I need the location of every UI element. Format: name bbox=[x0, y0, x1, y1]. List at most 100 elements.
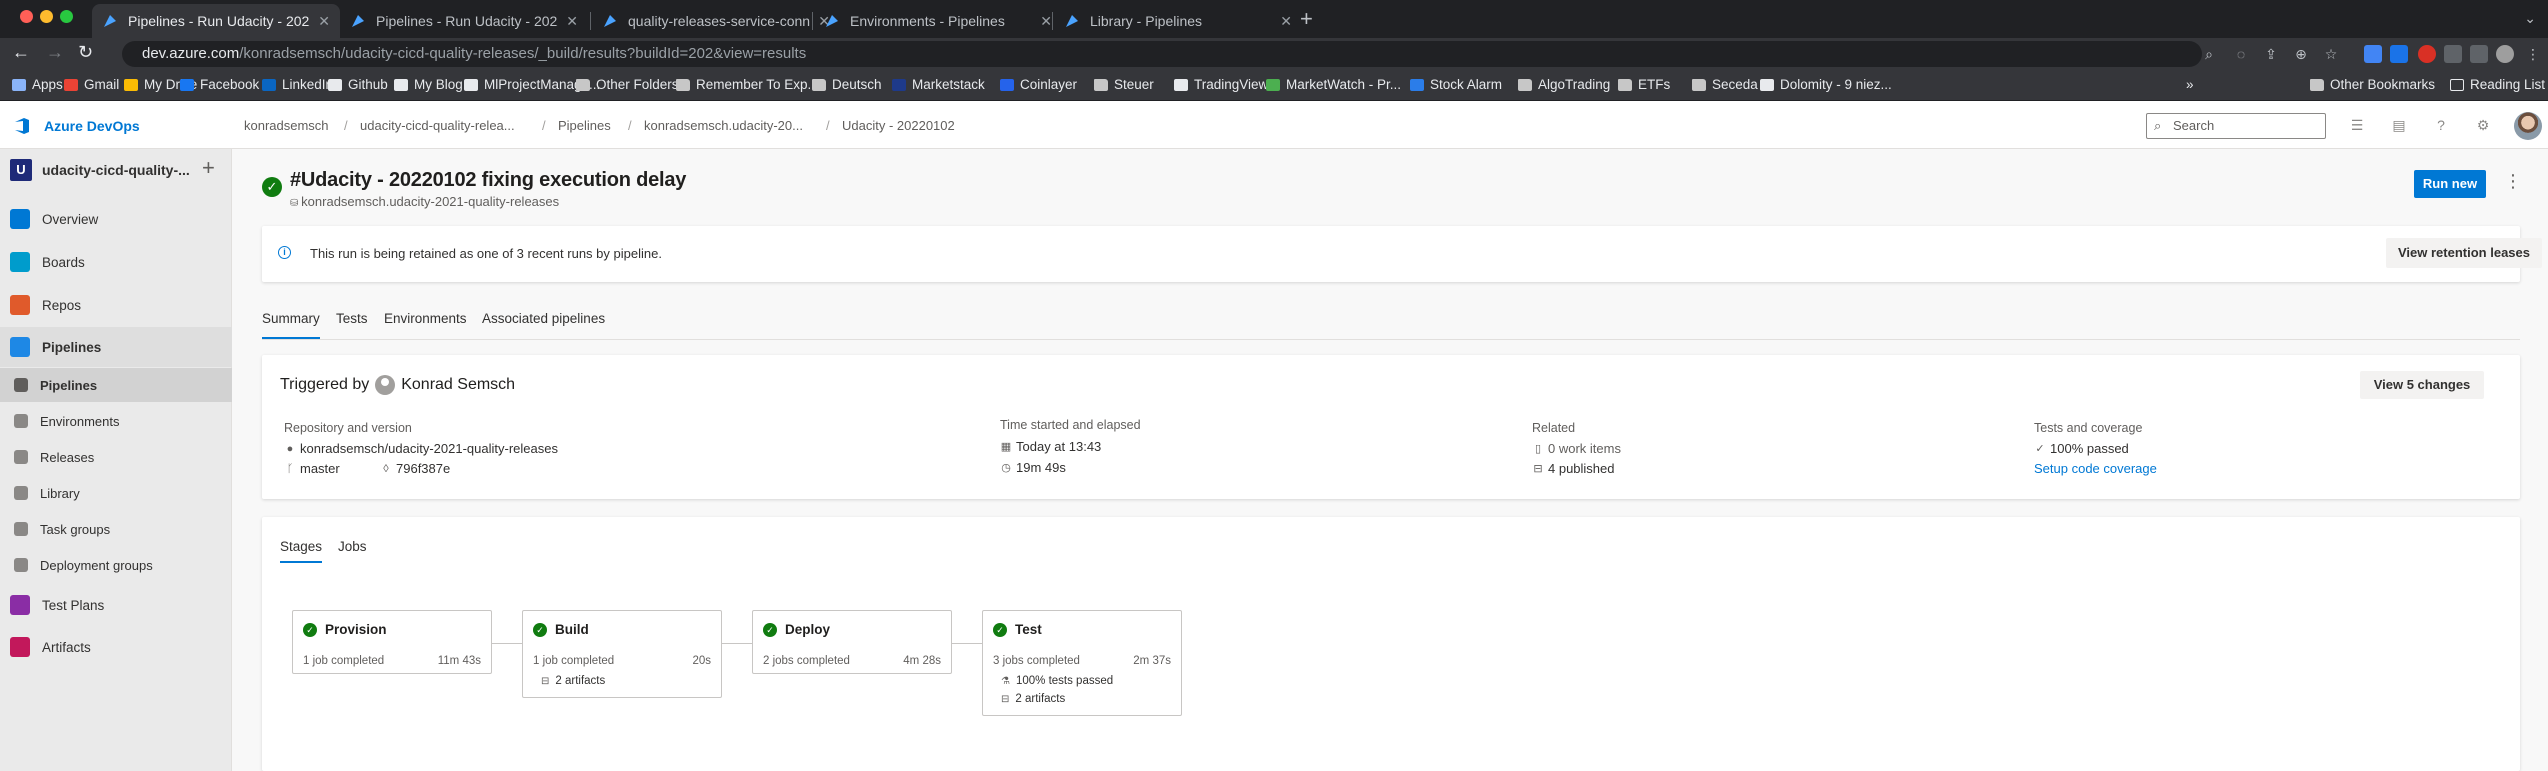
nav-item-boards[interactable]: Boards bbox=[0, 244, 232, 280]
bookmark-item[interactable]: MarketWatch - Pr... bbox=[1266, 77, 1401, 92]
project-name[interactable]: udacity-cicd-quality-... bbox=[42, 162, 190, 178]
browser-tab[interactable]: Library - Pipelines ✕ bbox=[1054, 4, 1302, 38]
add-icon[interactable]: + bbox=[202, 155, 215, 181]
stage-test[interactable]: ✓ Test 3 jobs completed 2m 37s ⚗ 100% tes… bbox=[982, 610, 1182, 716]
tab-jobs[interactable]: Jobs bbox=[338, 539, 367, 554]
view-retention-leases-button[interactable]: View retention leases bbox=[2386, 238, 2542, 268]
bookmark-item[interactable]: Coinlayer bbox=[1000, 77, 1077, 92]
setup-code-coverage-link[interactable]: Setup code coverage bbox=[2034, 461, 2157, 476]
browser-tab[interactable]: Pipelines - Run Udacity - 2022 ✕ bbox=[92, 4, 340, 38]
bookmark-item[interactable]: Apps bbox=[12, 77, 63, 92]
subnav-item-deployment-groups[interactable]: Deployment groups bbox=[0, 548, 232, 582]
adblock-extension-icon[interactable] bbox=[2418, 45, 2436, 63]
kebab-menu-icon[interactable]: ⋮ bbox=[2524, 45, 2542, 63]
bookmark-item[interactable]: AlgoTrading bbox=[1518, 77, 1610, 92]
tests-passed-link[interactable]: ✓ 100% passed bbox=[2034, 441, 2128, 456]
bookmark-star-icon[interactable]: ☆ bbox=[2322, 45, 2340, 63]
bookmark-item[interactable]: Other Folders bbox=[576, 77, 679, 92]
close-tab-icon[interactable]: ✕ bbox=[318, 13, 330, 30]
list-icon[interactable]: ☰ bbox=[2348, 117, 2366, 133]
bookmark-item[interactable]: Marketstack bbox=[892, 77, 985, 92]
close-tab-icon[interactable]: ✕ bbox=[566, 13, 578, 30]
forward-arrow-icon[interactable]: → bbox=[46, 42, 64, 63]
minimize-window-button[interactable] bbox=[40, 10, 53, 23]
subnav-item-pipelines[interactable]: Pipelines bbox=[0, 368, 232, 402]
pipeline-name[interactable]: ⛁ konradsemsch.udacity-2021-quality-rele… bbox=[290, 194, 559, 209]
tab-summary[interactable]: Summary bbox=[262, 311, 320, 326]
bookmark-item[interactable]: Github bbox=[328, 77, 388, 92]
bookmarks-overflow-button[interactable]: » bbox=[2186, 77, 2194, 92]
other-bookmarks-folder[interactable]: Other Bookmarks bbox=[2310, 77, 2435, 92]
reading-list-button[interactable]: Reading List bbox=[2450, 77, 2545, 92]
tab-stages[interactable]: Stages bbox=[280, 539, 322, 554]
browser-tab[interactable]: Environments - Pipelines ✕ bbox=[814, 4, 1062, 38]
stage-artifacts[interactable]: ⊟ 2 artifacts bbox=[1001, 693, 1065, 705]
stage-deploy[interactable]: ✓ Deploy 2 jobs completed 4m 28s bbox=[752, 610, 952, 674]
bookmark-item[interactable]: Deutsch bbox=[812, 77, 882, 92]
bookmark-item[interactable]: Steuer bbox=[1094, 77, 1154, 92]
translate-extension-icon[interactable] bbox=[2364, 45, 2382, 63]
help-icon[interactable]: ? bbox=[2432, 117, 2450, 133]
user-settings-icon[interactable]: ⚙ bbox=[2474, 117, 2492, 133]
breadcrumb-pipeline[interactable]: konradsemsch.udacity-20... bbox=[644, 118, 803, 133]
nav-item-test-plans[interactable]: Test Plans bbox=[0, 587, 232, 623]
repository-link[interactable]: ● konradsemsch/udacity-2021-quality-relea… bbox=[284, 441, 558, 456]
profile-avatar-icon[interactable] bbox=[2496, 45, 2514, 63]
more-actions-icon[interactable]: ⋮ bbox=[2504, 171, 2522, 192]
share-icon[interactable]: ⇪ bbox=[2262, 45, 2280, 63]
nav-item-repos[interactable]: Repos bbox=[0, 287, 232, 323]
bookmark-item[interactable]: LinkedIn bbox=[262, 77, 333, 92]
tab-tests[interactable]: Tests bbox=[336, 311, 368, 326]
shopping-bag-icon[interactable]: ▤ bbox=[2390, 117, 2408, 133]
stage-provision[interactable]: ✓ Provision 1 job completed 11m 43s bbox=[292, 610, 492, 674]
nav-item-artifacts[interactable]: Artifacts bbox=[0, 629, 232, 665]
project-badge[interactable]: U bbox=[10, 159, 32, 181]
stage-build[interactable]: ✓ Build 1 job completed 20s ⊟ 2 artifacts bbox=[522, 610, 722, 698]
breadcrumb-pipelines[interactable]: Pipelines bbox=[558, 118, 611, 133]
bookmark-item[interactable]: My Blog bbox=[394, 77, 463, 92]
view-changes-button[interactable]: View 5 changes bbox=[2360, 371, 2484, 399]
facebook-extension-icon[interactable] bbox=[2444, 45, 2462, 63]
address-bar[interactable]: dev.azure.com/konradsemsch/udacity-cicd-… bbox=[122, 41, 2202, 67]
bookmark-item[interactable]: ETFs bbox=[1618, 77, 1670, 92]
bookmark-item[interactable]: Dolomity - 9 niez... bbox=[1760, 77, 1892, 92]
azure-devops-logo-icon[interactable] bbox=[12, 116, 32, 136]
reload-icon[interactable]: ↻ bbox=[78, 42, 93, 63]
stage-tests-passed[interactable]: ⚗ 100% tests passed bbox=[1001, 675, 1113, 687]
browser-tab[interactable]: Pipelines - Run Udacity - 2022 ✕ bbox=[340, 4, 588, 38]
avatar[interactable] bbox=[2514, 112, 2542, 140]
zoom-icon[interactable]: ⌕ bbox=[2200, 45, 2218, 63]
close-tab-icon[interactable]: ✕ bbox=[1280, 13, 1292, 30]
run-new-button[interactable]: Run new bbox=[2414, 170, 2486, 198]
extension-badge-icon[interactable] bbox=[2390, 45, 2408, 63]
branch-link[interactable]: ᚴ master bbox=[284, 461, 340, 476]
browser-tab[interactable]: quality-releases-service-conn ✕ bbox=[592, 4, 840, 38]
close-window-button[interactable] bbox=[20, 10, 33, 23]
extension-icon[interactable] bbox=[2470, 45, 2488, 63]
bookmark-item[interactable]: Stock Alarm bbox=[1410, 77, 1502, 92]
install-icon[interactable]: ⊕ bbox=[2292, 45, 2310, 63]
eye-off-icon[interactable]: ◌ bbox=[2232, 45, 2250, 63]
triggered-by-user[interactable]: Konrad Semsch bbox=[401, 376, 515, 394]
bookmark-item[interactable]: Gmail bbox=[64, 77, 119, 92]
bookmark-item[interactable]: Seceda bbox=[1692, 77, 1758, 92]
close-tab-icon[interactable]: ✕ bbox=[1040, 13, 1052, 30]
nav-item-pipelines[interactable]: Pipelines bbox=[0, 327, 232, 367]
bookmark-item[interactable]: Facebook bbox=[180, 77, 259, 92]
back-arrow-icon[interactable]: ← bbox=[12, 42, 30, 63]
subnav-item-environments[interactable]: Environments bbox=[0, 404, 232, 438]
search-input[interactable]: ⌕ Search bbox=[2146, 113, 2326, 139]
work-items-link[interactable]: ▯ 0 work items bbox=[1532, 441, 1621, 456]
azure-devops-brand[interactable]: Azure DevOps bbox=[44, 118, 140, 134]
new-tab-button[interactable]: + bbox=[1300, 6, 1313, 32]
stage-artifacts[interactable]: ⊟ 2 artifacts bbox=[541, 675, 605, 687]
bookmark-item[interactable]: Remember To Exp... bbox=[676, 77, 819, 92]
nav-item-overview[interactable]: Overview bbox=[0, 201, 232, 237]
subnav-item-releases[interactable]: Releases bbox=[0, 440, 232, 474]
breadcrumb-organization[interactable]: konradsemsch bbox=[244, 118, 329, 133]
breadcrumb-project[interactable]: udacity-cicd-quality-relea... bbox=[360, 118, 515, 133]
subnav-item-task-groups[interactable]: Task groups bbox=[0, 512, 232, 546]
tab-search-chevron-icon[interactable]: ⌄ bbox=[2524, 10, 2536, 27]
breadcrumb-run[interactable]: Udacity - 20220102 bbox=[842, 118, 955, 133]
subnav-item-library[interactable]: Library bbox=[0, 476, 232, 510]
